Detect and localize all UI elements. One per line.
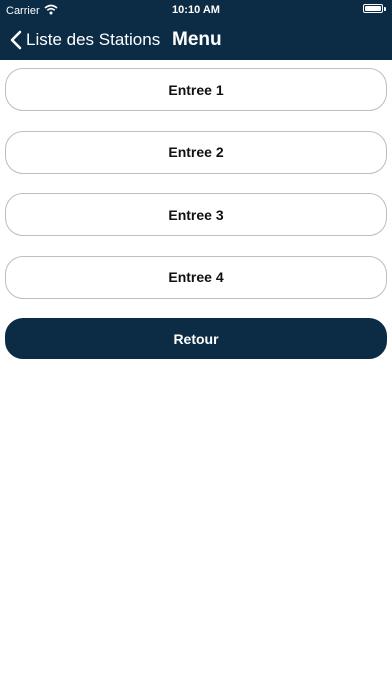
- header: Carrier 10:10 AM Liste des Stations Menu: [0, 0, 392, 60]
- back-button[interactable]: Liste des Stations: [10, 20, 160, 60]
- page-title: Menu: [172, 29, 222, 50]
- entree-2-button[interactable]: Entree 2: [5, 130, 387, 174]
- entree-1-button[interactable]: Entree 1: [5, 68, 387, 111]
- retour-button[interactable]: Retour: [5, 318, 387, 359]
- entree-3-button[interactable]: Entree 3: [5, 193, 387, 236]
- menu-list: Entree 1 Entree 2 Entree 3 Entree 4 Reto…: [5, 68, 387, 379]
- status-bar: Carrier 10:10 AM: [0, 0, 392, 20]
- chevron-left-icon: [10, 30, 22, 50]
- status-time: 10:10 AM: [172, 4, 220, 16]
- back-button-label: Liste des Stations: [26, 30, 161, 49]
- entree-4-button[interactable]: Entree 4: [5, 255, 387, 299]
- navigation-bar: Liste des Stations Menu: [0, 20, 392, 60]
- battery-icon: [363, 4, 386, 13]
